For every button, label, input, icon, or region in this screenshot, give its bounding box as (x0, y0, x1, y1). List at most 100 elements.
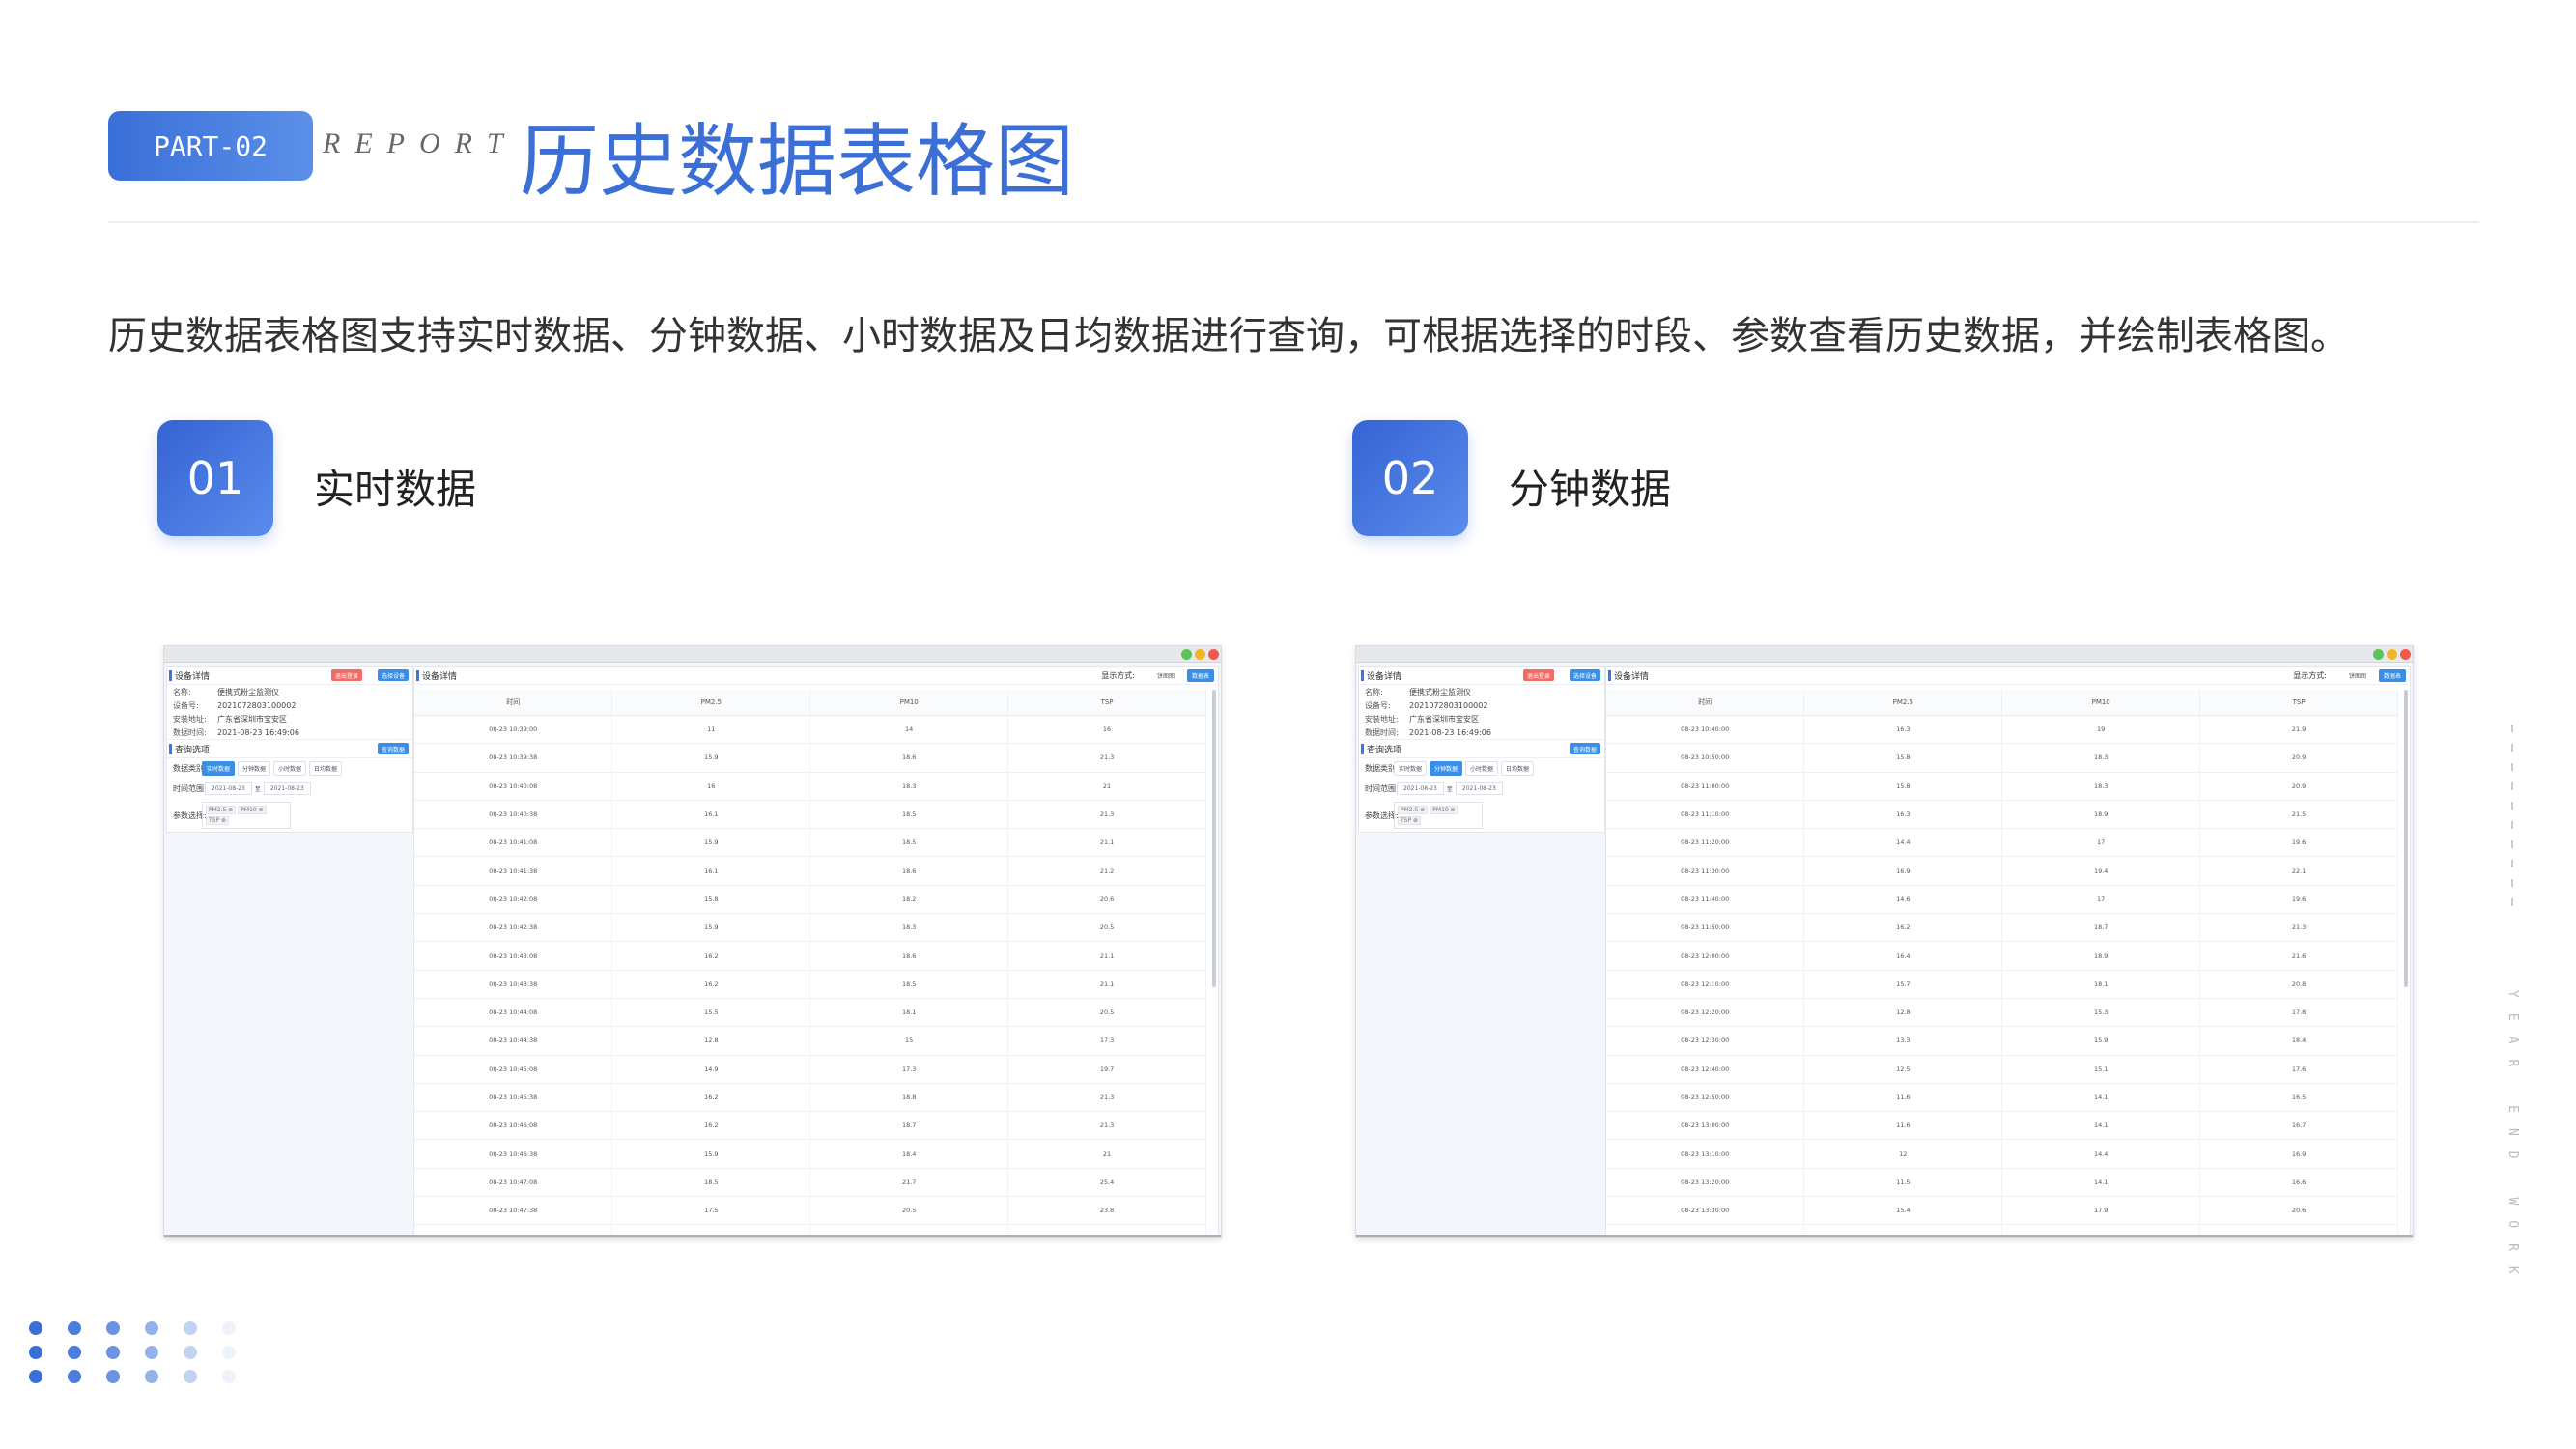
select-device-button[interactable]: 选择设备 (377, 669, 409, 681)
table-cell: 12 (1803, 1139, 2003, 1169)
type-realtime[interactable]: 实时数据 (1394, 761, 1428, 776)
param-select[interactable]: PM2.5 ⊗ PM10 ⊗ TSP ⊗ (1394, 802, 1483, 829)
mode-chart-button[interactable]: 饼图图 (1152, 669, 1179, 682)
table-scrollbar[interactable] (1212, 690, 1216, 987)
table-row[interactable]: 08-23 12:20:00 12.8 15.3 17.8 (1606, 998, 2398, 1028)
window-dot-yellow[interactable] (1195, 649, 1205, 660)
col-pm10[interactable]: PM10 (809, 690, 1009, 716)
table-row[interactable]: 08-23 10:47:08 18.5 21.7 25.4 (414, 1168, 1206, 1198)
col-pm25[interactable]: PM2.5 (1803, 690, 2003, 716)
col-pm25[interactable]: PM2.5 (611, 690, 811, 716)
decorative-dot (184, 1321, 197, 1335)
table-row[interactable]: 08-23 10:41:08 15.9 18.5 21.1 (414, 828, 1206, 858)
table-row[interactable]: 08-23 11:20:00 14.4 17 19.6 (1606, 828, 2398, 858)
table-row[interactable]: 08-23 10:42:38 15.9 18.3 20.5 (414, 913, 1206, 943)
table-row[interactable]: 08-23 10:39:38 15.9 18.6 21.3 (414, 743, 1206, 773)
table-row[interactable]: 08-23 11:00:00 15.8 18.3 20.9 (1606, 772, 2398, 801)
date-to-input[interactable]: 2021-08-23 (1455, 782, 1503, 795)
type-hour[interactable]: 小时数据 (273, 761, 307, 776)
table-row[interactable]: 08-23 10:44:08 15.5 18.1 20.5 (414, 998, 1206, 1028)
table-row[interactable]: 08-23 10:46:38 15.9 18.4 21 (414, 1139, 1206, 1169)
table-row[interactable]: 08-23 10:43:38 16.2 18.5 21.1 (414, 970, 1206, 999)
col-pm10[interactable]: PM10 (2001, 690, 2201, 716)
table-row[interactable]: 08-23 11:50:00 16.2 18.7 21.3 (1606, 913, 2398, 943)
type-hour[interactable]: 小时数据 (1465, 761, 1499, 776)
date-to-input[interactable]: 2021-08-23 (263, 782, 311, 795)
report-label: REPORT (323, 128, 518, 159)
table-row[interactable]: 08-23 11:10:00 16.3 18.9 21.5 (1606, 800, 2398, 830)
table-scrollbar[interactable] (2404, 690, 2408, 987)
logout-button[interactable]: 退出登录 (330, 669, 362, 681)
table-cell: 21.3 (1007, 1111, 1206, 1141)
type-minute[interactable]: 分钟数据 (1430, 761, 1463, 776)
logout-button[interactable]: 退出登录 (1522, 669, 1554, 681)
col-tsp[interactable]: TSP (1007, 690, 1206, 716)
table-cell: 08-23 10:39:38 (414, 743, 613, 773)
table-row[interactable]: 08-23 13:10:00 12 14.4 16.9 (1606, 1139, 2398, 1169)
table-row[interactable]: 08-23 10:40:38 16.1 18.5 21.3 (414, 800, 1206, 830)
date-from-input[interactable]: 2021-08-23 (1397, 782, 1444, 795)
window-dot-green[interactable] (2373, 649, 2384, 660)
minute-table: 时间 PM2.5 PM10 TSP 08-23 10:40:00 16.3 19 21… (1606, 690, 2398, 1237)
table-cell: 18.2 (809, 885, 1009, 915)
window-dot-red[interactable] (2400, 649, 2411, 660)
type-day[interactable]: 日均数据 (309, 761, 343, 776)
table-row[interactable]: 08-23 10:47:38 17.5 20.5 23.8 (414, 1196, 1206, 1226)
table-cell: 12.5 (1803, 1055, 2003, 1084)
table-cell: 19.6 (2199, 828, 2398, 858)
table-row[interactable]: 08-23 10:44:38 12.8 15 17.3 (414, 1026, 1206, 1056)
table-row[interactable]: 08-23 12:40:00 12.5 15.1 17.6 (1606, 1055, 2398, 1084)
table-row[interactable]: 08-23 11:40:00 14.6 17 19.6 (1606, 885, 2398, 915)
table-row[interactable]: 08-23 10:43:08 16.2 18.6 21.1 (414, 941, 1206, 971)
date-from-input[interactable]: 2021-08-23 (205, 782, 252, 795)
table-cell: 16.5 (2199, 1083, 2398, 1113)
table-cell: 20.8 (2199, 970, 2398, 999)
table-row[interactable]: 08-23 13:20:00 11.5 14.1 16.6 (1606, 1168, 2398, 1198)
param-select[interactable]: PM2.5 ⊗ PM10 ⊗ TSP ⊗ (202, 802, 291, 829)
query-button[interactable]: 查询数据 (377, 743, 409, 754)
table-cell: 08-23 10:41:08 (414, 828, 613, 858)
table-row[interactable]: 08-23 10:42:08 15.8 18.2 20.6 (414, 885, 1206, 915)
table-cell: 08-23 10:43:38 (414, 970, 613, 999)
table-cell: 18.5 (611, 1168, 811, 1198)
type-minute[interactable]: 分钟数据 (238, 761, 271, 776)
table-cell: 08-23 11:10:00 (1606, 800, 1805, 830)
type-realtime[interactable]: 实时数据 (202, 761, 236, 776)
col-time[interactable]: 时间 (414, 690, 613, 716)
query-button[interactable]: 查询数据 (1569, 743, 1600, 754)
col-tsp[interactable]: TSP (2199, 690, 2398, 716)
decorative-dot (184, 1370, 197, 1383)
table-cell: 19.6 (2199, 885, 2398, 915)
table-cell: 18.8 (809, 1083, 1009, 1113)
table-row[interactable]: 08-23 10:50:00 15.8 18.3 20.9 (1606, 743, 2398, 773)
mode-table-button[interactable]: 数据表 (2378, 669, 2406, 682)
table-row[interactable]: 08-23 11:30:00 16.9 19.4 22.1 (1606, 856, 2398, 886)
mode-table-button[interactable]: 数据表 (1186, 669, 1214, 682)
table-row[interactable]: 08-23 12:50:00 11.6 14.1 16.5 (1606, 1083, 2398, 1113)
table-row[interactable]: 08-23 10:45:38 16.2 18.8 21.3 (414, 1083, 1206, 1113)
decorative-dot (184, 1346, 197, 1359)
table-row[interactable]: 08-23 10:41:38 16.1 18.6 21.2 (414, 856, 1206, 886)
table-row[interactable]: 08-23 12:00:00 16.4 18.9 21.6 (1606, 941, 2398, 971)
table-row[interactable]: 08-23 12:10:00 15.7 18.1 20.8 (1606, 970, 2398, 999)
col-time[interactable]: 时间 (1606, 690, 1805, 716)
window-dot-green[interactable] (1181, 649, 1192, 660)
table-row[interactable]: 08-23 10:46:08 16.2 18.7 21.3 (414, 1111, 1206, 1141)
table-row[interactable]: 08-23 13:00:00 11.6 14.1 16.7 (1606, 1111, 2398, 1141)
table-row[interactable]: 08-23 10:39:00 11 14 16 (414, 715, 1206, 745)
table-row[interactable]: 08-23 10:40:00 16.3 19 21.9 (1606, 715, 2398, 745)
table-row[interactable]: 08-23 10:45:08 14.9 17.3 19.7 (414, 1055, 1206, 1084)
type-day[interactable]: 日均数据 (1501, 761, 1535, 776)
table-row[interactable]: 08-23 12:30:00 13.3 15.9 18.4 (1606, 1026, 2398, 1056)
table-cell: 15.8 (1803, 772, 2003, 801)
table-cell: 22.1 (2199, 856, 2398, 886)
window-dot-red[interactable] (1208, 649, 1219, 660)
table-cell: 11.5 (1803, 1168, 2003, 1198)
window-dot-yellow[interactable] (2387, 649, 2397, 660)
table-row[interactable]: 08-23 13:30:00 15.4 17.9 20.6 (1606, 1196, 2398, 1226)
table-row[interactable]: 08-23 10:40:08 16 18.3 21 (414, 772, 1206, 801)
table-cell: 16.2 (611, 941, 811, 971)
table-cell: 18.3 (2001, 772, 2201, 801)
select-device-button[interactable]: 选择设备 (1569, 669, 1600, 681)
mode-chart-button[interactable]: 饼图图 (2344, 669, 2371, 682)
